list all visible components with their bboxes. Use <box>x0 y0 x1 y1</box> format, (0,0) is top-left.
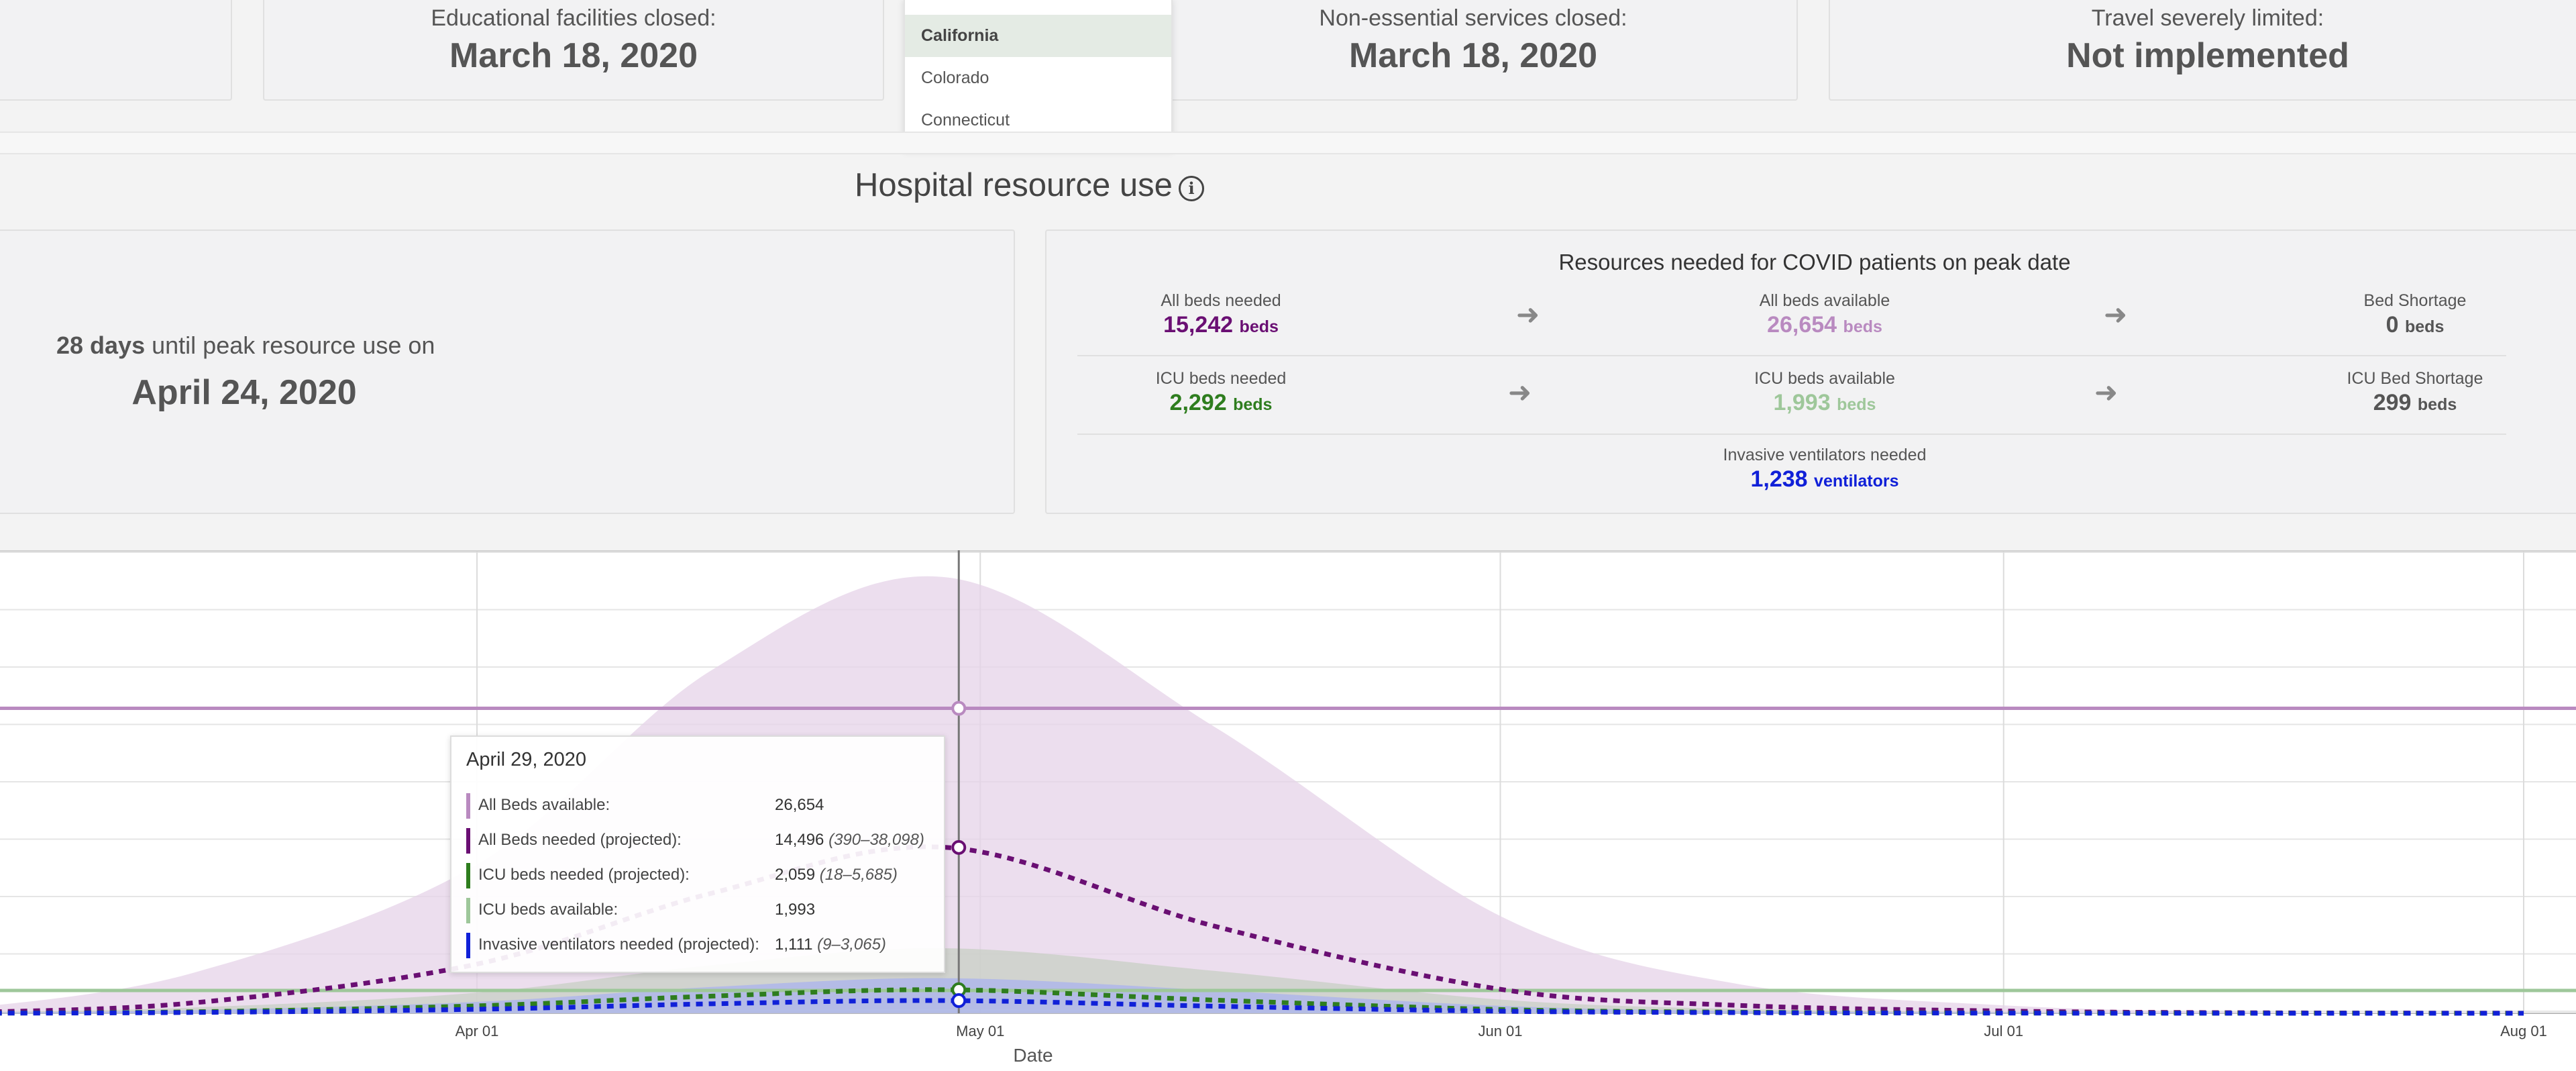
dropdown-option-california[interactable]: California <box>905 15 1171 57</box>
policy-card-travel: Travel severely limited: Not implemented <box>1829 0 2576 101</box>
cell-value: 26,654 beds <box>1767 312 1882 338</box>
tooltip-row: ICU beds available: 1,993 <box>466 895 936 925</box>
tooltip-value: 1,111 (9–3,065) <box>775 935 886 954</box>
dropdown-option-colorado[interactable]: Colorado <box>905 57 1171 99</box>
all-beds-needed: All beds needed 15,242 beds <box>1114 291 1328 338</box>
policy-status: Not implemented <box>2066 36 2349 75</box>
cell-label: All beds available <box>1759 291 1890 310</box>
tooltip-row: All Beds needed (projected): 14,496 (390… <box>466 825 936 855</box>
arrow-icon: ➜ <box>2104 299 2128 330</box>
tooltip-value: 14,496 (390–38,098) <box>775 831 924 849</box>
dropdown-spacer <box>905 0 1171 15</box>
peak-date: April 24, 2020 <box>131 373 357 412</box>
section-separator <box>0 132 2576 154</box>
cell-value: 299 beds <box>2373 390 2457 415</box>
tooltip-label: All Beds available: <box>478 796 610 814</box>
tooltip-value: 1,993 <box>775 901 816 919</box>
legend-swatch <box>466 898 470 923</box>
icu-beds-available: ICU beds available 1,993 beds <box>1717 369 1932 416</box>
legend-swatch <box>466 863 470 888</box>
x-tick-label: May 01 <box>956 1023 1004 1039</box>
section-title: Hospital resource use <box>855 167 1173 203</box>
hospital-resource-chart[interactable]: Apr 01 May 01 Jun 01 Jul 01 Aug 01 Date <box>0 550 2576 1071</box>
cell-value: 1,993 beds <box>1773 390 1876 415</box>
tooltip-label: Invasive ventilators needed (projected): <box>478 935 759 954</box>
tooltip-label: ICU beds needed (projected): <box>478 866 690 884</box>
bed-shortage: Bed Shortage 0 beds <box>2308 291 2522 338</box>
cell-value: 0 beds <box>2385 312 2445 338</box>
cell-label: Bed Shortage <box>2363 291 2467 310</box>
arrow-icon: ➜ <box>1508 376 1532 408</box>
tooltip-label: ICU beds available: <box>478 901 619 919</box>
x-tick-label: Jul 01 <box>1984 1023 2023 1039</box>
x-tick-label: Apr 01 <box>455 1023 499 1039</box>
policy-date: March 18, 2020 <box>1348 36 1598 75</box>
cell-value: 1,238 ventilators <box>1750 466 1899 492</box>
resources-title: Resources needed for COVID patients on p… <box>1558 250 2071 274</box>
policy-date: March 18, 2020 <box>449 36 698 75</box>
legend-swatch <box>466 793 470 819</box>
cell-label: ICU Bed Shortage <box>2347 369 2483 388</box>
tooltip-label: All Beds needed (projected): <box>478 831 682 849</box>
cell-value: 2,292 beds <box>1169 390 1273 415</box>
row-divider <box>1077 434 2506 435</box>
hover-point <box>951 993 967 1009</box>
tooltip-row: ICU beds needed (projected): 2,059 (18–5… <box>466 860 936 890</box>
x-axis-label: Date <box>1013 1045 1053 1066</box>
icu-beds-needed: ICU beds needed 2,292 beds <box>1114 369 1328 416</box>
icu-bed-shortage: ICU Bed Shortage 299 beds <box>2308 369 2522 416</box>
tooltip-value: 2,059 (18–5,685) <box>775 866 898 884</box>
tooltip-date: April 29, 2020 <box>466 749 586 770</box>
peak-text: until peak resource use on <box>152 332 435 359</box>
resources-card: Resources needed for COVID patients on p… <box>1045 230 2576 514</box>
policy-card-partial <box>0 0 232 101</box>
tooltip-value: 26,654 <box>775 796 824 814</box>
peak-countdown: 28 days until peak resource use on <box>56 332 435 360</box>
cell-label: ICU beds needed <box>1155 369 1287 388</box>
arrow-icon: ➜ <box>2094 376 2118 408</box>
cell-label: Invasive ventilators needed <box>1723 446 1927 464</box>
state-dropdown-menu[interactable]: California Colorado Connecticut <box>904 0 1173 149</box>
ventilators-needed: Invasive ventilators needed 1,238 ventil… <box>1650 446 1999 493</box>
legend-swatch <box>466 933 470 958</box>
arrow-icon: ➜ <box>1516 299 1540 330</box>
peak-card: 28 days until peak resource use on April… <box>0 230 1015 514</box>
row-divider <box>1077 355 2506 356</box>
chart-tooltip: April 29, 2020 All Beds available: 26,65… <box>450 735 945 973</box>
hover-point <box>951 839 967 855</box>
info-icon[interactable]: i <box>1179 176 1204 201</box>
policy-card-nonessential: Non-essential services closed: March 18,… <box>1148 0 1798 101</box>
chart-svg[interactable]: Apr 01 May 01 Jun 01 Jul 01 Aug 01 Date <box>0 550 2576 1071</box>
legend-swatch <box>466 828 470 854</box>
policy-label: Travel severely limited: <box>2091 5 2324 31</box>
policy-card-education: Educational facilities closed: March 18,… <box>263 0 884 101</box>
tooltip-row: Invasive ventilators needed (projected):… <box>466 930 936 960</box>
all-beds-available: All beds available 26,654 beds <box>1717 291 1932 338</box>
policy-label: Educational facilities closed: <box>431 5 716 31</box>
hover-point <box>951 701 967 716</box>
cell-label: ICU beds available <box>1754 369 1895 388</box>
cell-value: 15,242 beds <box>1163 312 1279 338</box>
peak-days: 28 days <box>56 332 146 359</box>
x-tick-label: Aug 01 <box>2500 1023 2547 1039</box>
x-tick-label: Jun 01 <box>1478 1023 1522 1039</box>
cell-label: All beds needed <box>1161 291 1281 310</box>
policy-label: Non-essential services closed: <box>1319 5 1627 31</box>
tooltip-row: All Beds available: 26,654 <box>466 790 936 820</box>
